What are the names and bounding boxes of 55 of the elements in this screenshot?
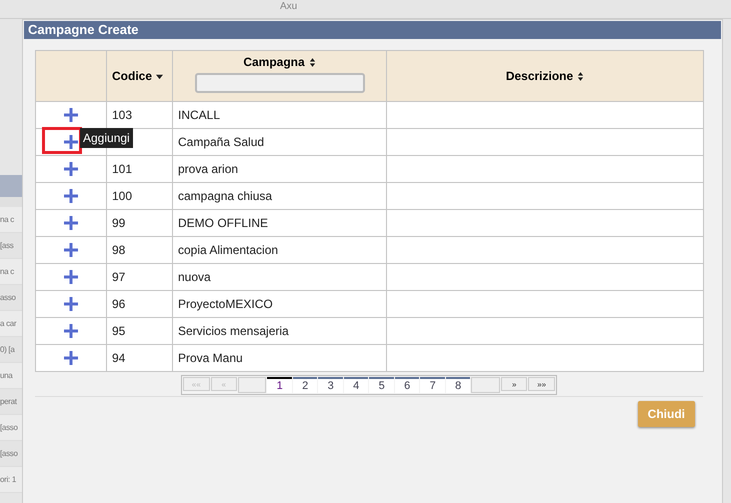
plus-icon[interactable] [64, 324, 78, 338]
panel-header [0, 175, 22, 197]
background-text: Axu [280, 1, 298, 14]
background-text: [asso [0, 415, 22, 441]
background-text: a car [0, 311, 22, 337]
table-cell: prova arion [172, 156, 386, 182]
plus-icon[interactable] [64, 297, 78, 311]
table-cell: 100 [106, 182, 172, 210]
table-cell: 98 [106, 236, 172, 264]
table-cell: Campaña Salud [172, 128, 386, 156]
table-cell: nuova [172, 264, 386, 290]
column-header[interactable]: Codice [112, 69, 152, 83]
next-page-button[interactable]: » [500, 377, 528, 391]
table-cell: 99 [106, 210, 172, 236]
table-cell: Prova Manu [172, 344, 386, 372]
plus-icon[interactable] [64, 189, 78, 203]
page-link[interactable]: 2 [292, 377, 318, 393]
page-link[interactable]: 7 [420, 377, 445, 393]
page-link[interactable]: 6 [394, 377, 420, 393]
column-header[interactable]: Campagna [243, 55, 305, 69]
page-link[interactable]: 5 [369, 377, 394, 393]
table-cell: 96 [106, 290, 172, 318]
plus-icon[interactable] [64, 243, 78, 257]
sort-icon[interactable] [308, 58, 316, 66]
plus-icon[interactable] [64, 270, 78, 284]
table-cell: Servicios mensajeria [172, 318, 386, 344]
dialog-title: Campagne Create [24, 21, 721, 39]
background-text: ori: 1 [0, 467, 22, 493]
plus-icon[interactable] [64, 135, 78, 149]
page-link[interactable]: 3 [318, 377, 343, 393]
table-cell: DEMO OFFLINE [172, 210, 386, 236]
table-cell: copia Alimentacion [172, 236, 386, 264]
table-cell: 94 [106, 344, 172, 372]
table-cell: 95 [106, 318, 172, 344]
background-text: na c [0, 259, 22, 285]
panel-subheader [0, 197, 22, 207]
column-header[interactable]: Descrizione [506, 69, 574, 83]
table-cell: campagna chiusa [172, 182, 386, 210]
page-link[interactable]: 1 [267, 377, 292, 393]
last-page-button[interactable]: »» [528, 377, 555, 391]
page-link[interactable]: 4 [344, 377, 368, 393]
table-cell: 97 [106, 264, 172, 290]
filter-field[interactable] [194, 73, 364, 93]
table-cell: 101 [106, 156, 172, 182]
plus-icon[interactable] [64, 216, 78, 230]
table-cell: INCALL [172, 102, 386, 128]
sort-icon[interactable] [577, 72, 584, 80]
background-text: una [0, 363, 22, 389]
plus-icon[interactable] [64, 162, 78, 176]
page-link[interactable]: 8 [446, 377, 470, 393]
background-text: na c [0, 207, 22, 233]
plus-icon[interactable] [64, 351, 78, 365]
tooltip: Aggiungi [80, 128, 133, 148]
table-cell: ProyectoMEXICO [172, 290, 386, 318]
plus-icon[interactable] [64, 108, 78, 122]
